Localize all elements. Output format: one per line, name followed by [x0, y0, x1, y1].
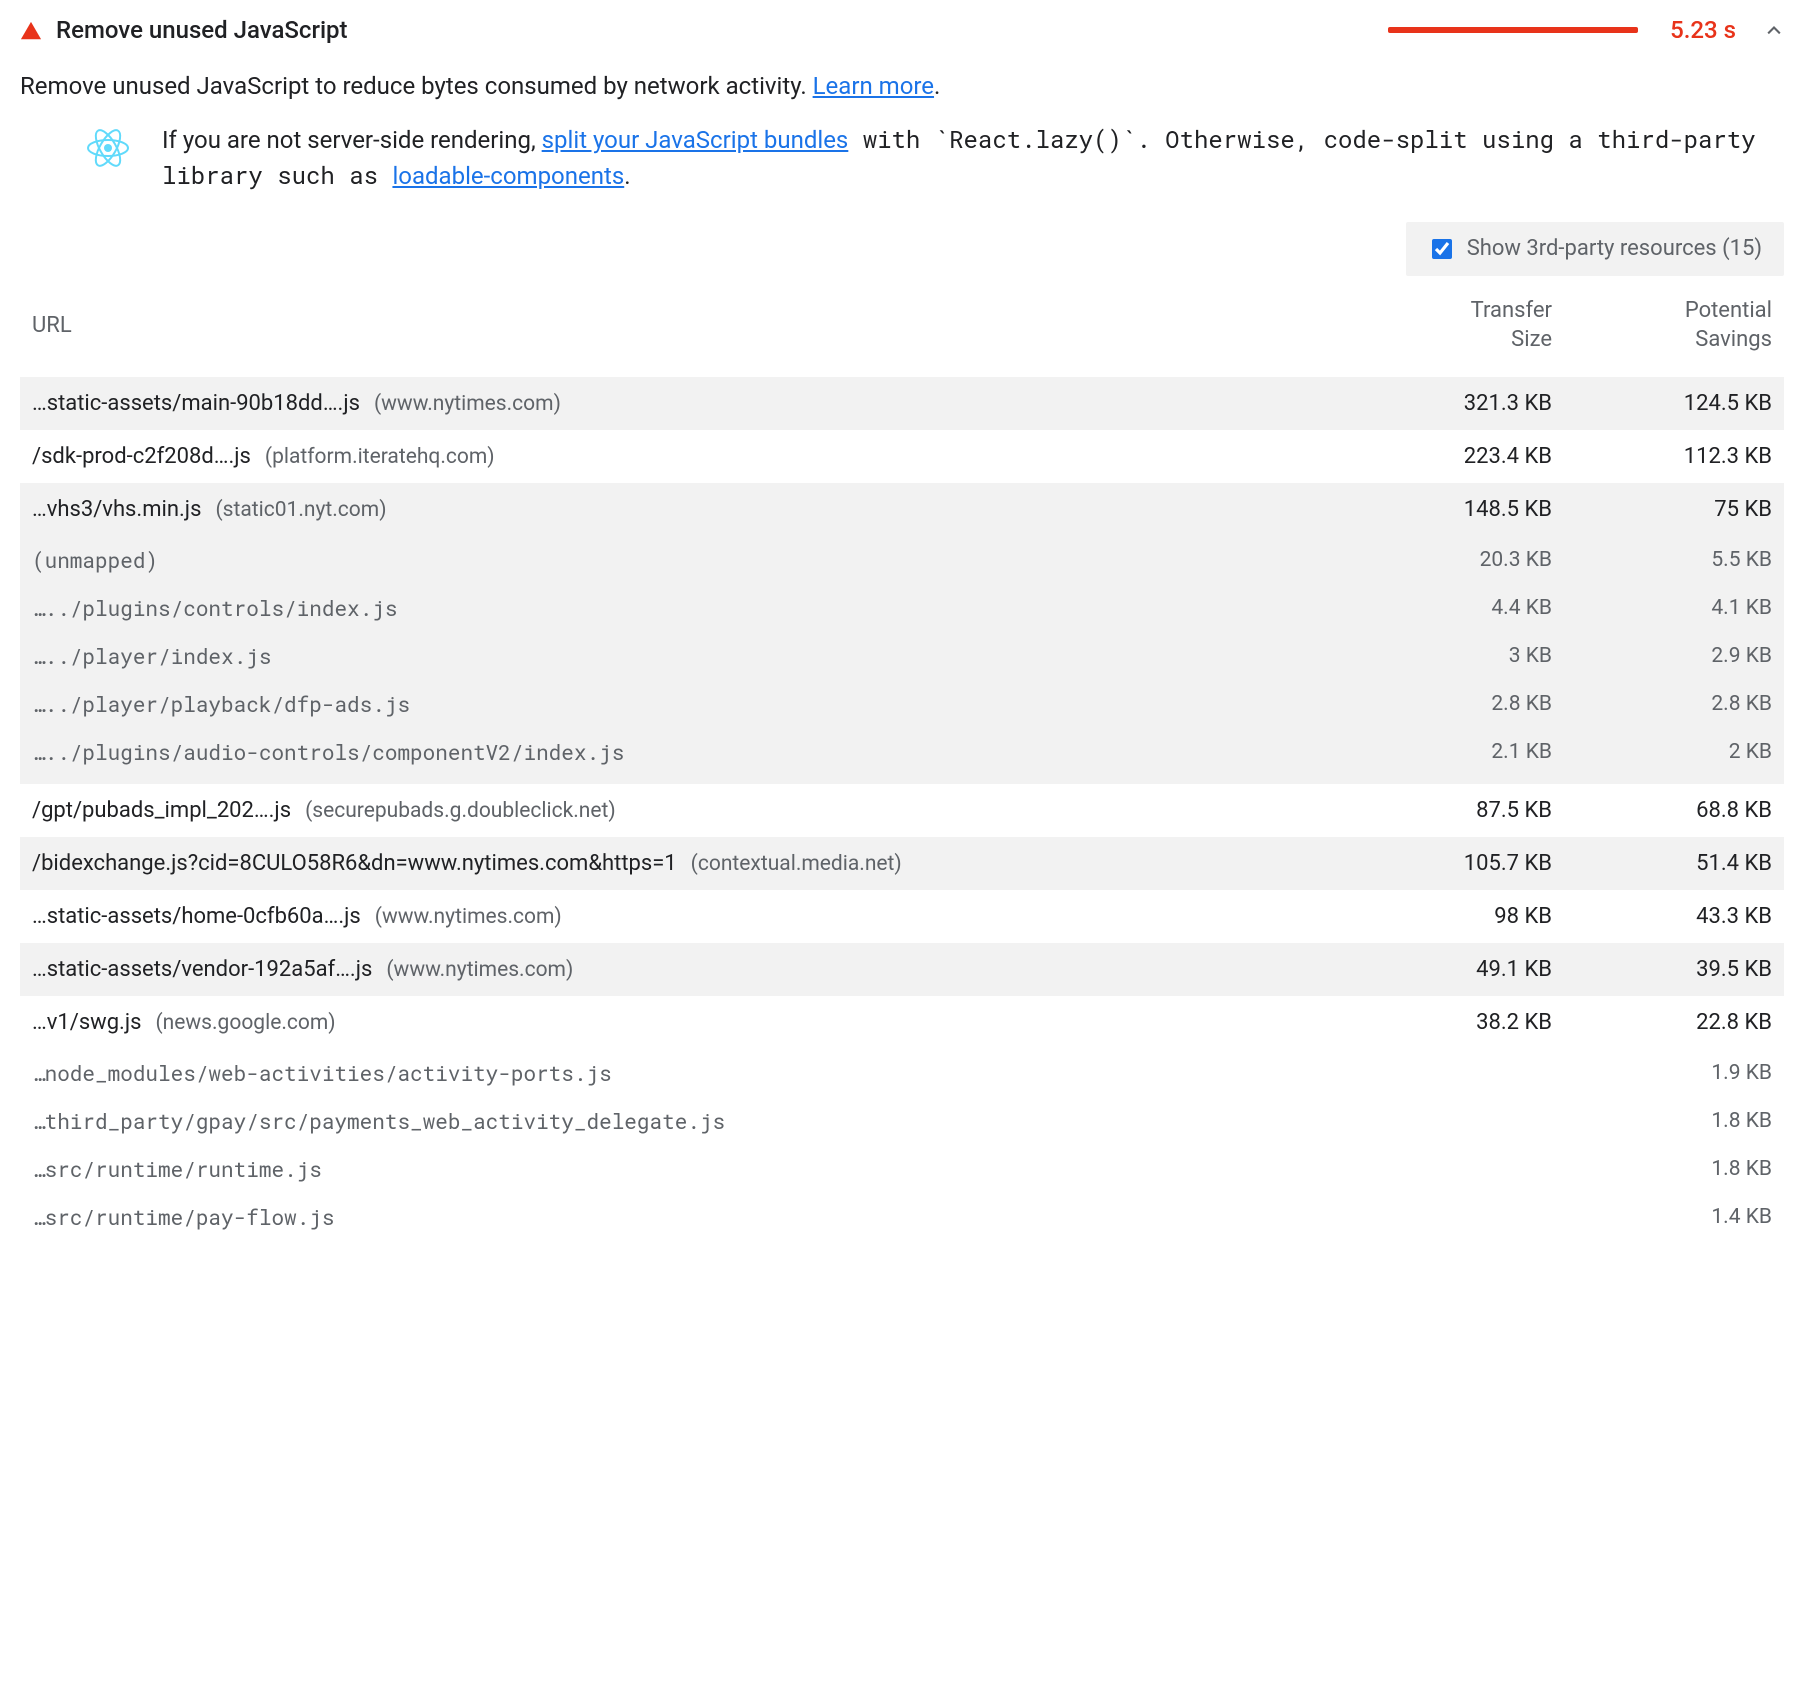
row-url-path: …v1/swg.js — [32, 1010, 141, 1035]
row-url-path: /bidexchange.js?cid=8CULO58R6&dn=www.nyt… — [32, 851, 677, 876]
row-potential-savings: 112.3 KB — [1572, 444, 1772, 469]
subrow-savings: 1.8 KB — [1572, 1109, 1772, 1133]
col-transfer-size: Transfer Size — [1352, 296, 1552, 355]
hint-link-split-bundles[interactable]: split your JavaScript bundles — [542, 126, 849, 154]
row-transfer-size: 223.4 KB — [1352, 444, 1552, 469]
col-url: URL — [32, 313, 1332, 338]
table-subrow[interactable]: …../player/playback/dfp-ads.js 2.8 KB 2.8 … — [20, 680, 1784, 728]
table-row[interactable]: …static-assets/home-0cfb60a….js (www.nyti… — [20, 890, 1784, 943]
table-row[interactable]: /gpt/pubads_impl_202….js (securepubads.g.… — [20, 784, 1784, 837]
fail-triangle-icon — [20, 20, 42, 40]
table-subrow[interactable]: …src/runtime/runtime.js 1.8 KB — [20, 1145, 1784, 1193]
learn-more-link[interactable]: Learn more — [813, 72, 934, 100]
audit-description-text: Remove unused JavaScript to reduce bytes… — [20, 72, 813, 100]
table-subrow[interactable]: (unmapped) 20.3 KB 5.5 KB — [20, 536, 1784, 584]
row-transfer-size: 105.7 KB — [1352, 851, 1552, 876]
table-row[interactable]: …v1/swg.js (news.google.com) 38.2 KB 22.8 K… — [20, 996, 1784, 1049]
row-potential-savings: 75 KB — [1572, 497, 1772, 522]
subrow-path: …../plugins/audio-controls/componentV2/i… — [32, 738, 1332, 766]
row-url-host: (news.google.com) — [155, 1011, 335, 1035]
row-url-host: (www.nytimes.com) — [375, 905, 562, 929]
table-subrow[interactable]: …../plugins/audio-controls/componentV2/i… — [20, 728, 1784, 776]
table-subrow[interactable]: …node_modules/web-activities/activity-po… — [20, 1049, 1784, 1097]
subrow-savings: 5.5 KB — [1572, 548, 1772, 572]
row-potential-savings: 22.8 KB — [1572, 1010, 1772, 1035]
toggle-third-party-label: Show 3rd-party resources (15) — [1467, 236, 1762, 261]
subrow-savings: 1.4 KB — [1572, 1205, 1772, 1229]
table-row[interactable]: …vhs3/vhs.min.js (static01.nyt.com) 148.5 … — [20, 483, 1784, 536]
subrow-savings: 1.8 KB — [1572, 1157, 1772, 1181]
toggle-third-party-checkbox[interactable] — [1432, 239, 1452, 259]
score-bar — [1388, 27, 1638, 33]
audit-title: Remove unused JavaScript — [56, 16, 348, 44]
row-url-path: …static-assets/main-90b18dd….js — [32, 391, 360, 416]
row-potential-savings: 124.5 KB — [1572, 391, 1772, 416]
row-url-host: (securepubads.g.doubleclick.net) — [305, 799, 616, 823]
subrow-size: 4.4 KB — [1352, 596, 1552, 620]
table-body: …static-assets/main-90b18dd….js (www.nyti… — [20, 377, 1784, 1249]
table-subrow[interactable]: …../player/index.js 3 KB 2.9 KB — [20, 632, 1784, 680]
subrow-path: …node_modules/web-activities/activity-po… — [32, 1059, 1332, 1087]
framework-hint: If you are not server-side rendering, sp… — [20, 122, 1784, 194]
subrow-savings: 2.8 KB — [1572, 692, 1772, 716]
hint-pre: If you are not server-side rendering, — [162, 126, 542, 154]
chevron-up-icon[interactable] — [1764, 20, 1784, 40]
audit-description-suffix: . — [934, 72, 940, 100]
subrow-savings: 2 KB — [1572, 740, 1772, 764]
table-row[interactable]: /bidexchange.js?cid=8CULO58R6&dn=www.nyt… — [20, 837, 1784, 890]
hint-link-loadable[interactable]: loadable-components — [392, 162, 624, 190]
row-url-path: …static-assets/home-0cfb60a….js — [32, 904, 361, 929]
row-transfer-size: 87.5 KB — [1352, 798, 1552, 823]
subrow-path: (unmapped) — [32, 546, 1332, 574]
table-row[interactable]: /sdk-prod-c2f208d….js (platform.iteratehq… — [20, 430, 1784, 483]
table-subrow[interactable]: …third_party/gpay/src/payments_web_activ… — [20, 1097, 1784, 1145]
row-url-path: …vhs3/vhs.min.js — [32, 497, 201, 522]
subrow-path: …third_party/gpay/src/payments_web_activ… — [32, 1107, 1332, 1135]
audit-time: 5.23 s — [1670, 16, 1736, 44]
row-potential-savings: 43.3 KB — [1572, 904, 1772, 929]
row-transfer-size: 321.3 KB — [1352, 391, 1552, 416]
row-url-host: (platform.iteratehq.com) — [265, 445, 495, 469]
table-row[interactable]: …static-assets/vendor-192a5af….js (www.ny… — [20, 943, 1784, 996]
row-transfer-size: 148.5 KB — [1352, 497, 1552, 522]
subrow-size: 2.8 KB — [1352, 692, 1552, 716]
subrow-path: …../player/playback/dfp-ads.js — [32, 690, 1332, 718]
toggle-third-party[interactable]: Show 3rd-party resources (15) — [1406, 222, 1784, 276]
table-header: URL Transfer Size Potential Savings — [20, 282, 1784, 377]
row-url-path: …static-assets/vendor-192a5af….js — [32, 957, 372, 982]
subrow-savings: 4.1 KB — [1572, 596, 1772, 620]
row-potential-savings: 68.8 KB — [1572, 798, 1772, 823]
subrow-path: …../plugins/controls/index.js — [32, 594, 1332, 622]
row-url-host: (www.nytimes.com) — [386, 958, 573, 982]
row-url-host: (www.nytimes.com) — [374, 392, 561, 416]
subrow-size: 3 KB — [1352, 644, 1552, 668]
row-url-host: (contextual.media.net) — [691, 852, 902, 876]
row-transfer-size: 98 KB — [1352, 904, 1552, 929]
row-url-path: /sdk-prod-c2f208d….js — [32, 444, 251, 469]
subrow-size: 2.1 KB — [1352, 740, 1552, 764]
subrow-path: …src/runtime/runtime.js — [32, 1155, 1332, 1183]
table-subrow[interactable]: …src/runtime/pay-flow.js 1.4 KB — [20, 1193, 1784, 1241]
row-potential-savings: 51.4 KB — [1572, 851, 1772, 876]
audit-description: Remove unused JavaScript to reduce bytes… — [20, 72, 1784, 100]
row-transfer-size: 49.1 KB — [1352, 957, 1552, 982]
audit-header[interactable]: Remove unused JavaScript 5.23 s — [20, 16, 1784, 44]
subrow-path: …../player/index.js — [32, 642, 1332, 670]
row-url-path: /gpt/pubads_impl_202….js — [32, 798, 291, 823]
row-url-host: (static01.nyt.com) — [215, 498, 386, 522]
subrow-path: …src/runtime/pay-flow.js — [32, 1203, 1332, 1231]
subrow-size: 20.3 KB — [1352, 548, 1552, 572]
react-logo-icon — [86, 126, 130, 170]
row-transfer-size: 38.2 KB — [1352, 1010, 1552, 1035]
col-potential-savings: Potential Savings — [1572, 296, 1772, 355]
savings-table: URL Transfer Size Potential Savings …sta… — [20, 282, 1784, 1249]
subrow-savings: 2.9 KB — [1572, 644, 1772, 668]
table-subrow[interactable]: …../plugins/controls/index.js 4.4 KB 4.1 K… — [20, 584, 1784, 632]
table-row[interactable]: …static-assets/main-90b18dd….js (www.nyti… — [20, 377, 1784, 430]
hint-post: . — [624, 162, 630, 190]
row-potential-savings: 39.5 KB — [1572, 957, 1772, 982]
subrow-savings: 1.9 KB — [1572, 1061, 1772, 1085]
